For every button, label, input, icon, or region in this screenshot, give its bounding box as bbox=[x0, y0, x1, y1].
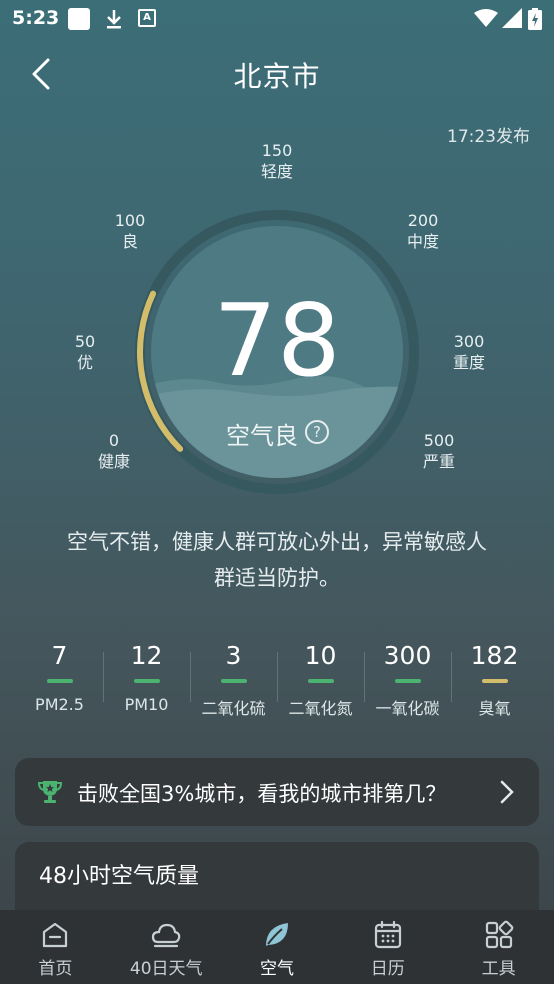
trophy-icon bbox=[37, 781, 63, 803]
pollutant-pm10[interactable]: 12 PM10 bbox=[103, 638, 190, 728]
pollutant-level-bar bbox=[220, 679, 247, 683]
bottom-nav: 首页 40日天气 空气 日历 工具 bbox=[0, 910, 554, 984]
scale-mark-150: 150 轻度 bbox=[260, 141, 293, 181]
aqi-value: 78 bbox=[213, 282, 341, 399]
pollutant-list: 7 PM2.5 12 PM10 3 二氧化硫 10 二氧化氮 300 一氧化碳 … bbox=[16, 638, 538, 728]
cloud-icon bbox=[152, 923, 181, 948]
signal-icon bbox=[502, 8, 522, 28]
nav-item-tools[interactable]: 工具 bbox=[443, 910, 554, 984]
scale-mark-200: 200 中度 bbox=[406, 211, 439, 251]
pollutant-value: 182 bbox=[470, 641, 519, 670]
calendar-icon bbox=[374, 920, 401, 949]
scale-mark-100: 100 良 bbox=[114, 211, 146, 251]
nav-label: 空气 bbox=[259, 959, 294, 979]
pollutant-name: PM2.5 bbox=[35, 695, 84, 714]
rank-text: 击败全国3%城市，看我的城市排第几？ bbox=[77, 782, 447, 806]
pollutant-value: 10 bbox=[304, 641, 337, 670]
pollutant-no2[interactable]: 10 二氧化氮 bbox=[277, 638, 364, 728]
pollutant-o3[interactable]: 182 臭氧 bbox=[451, 638, 538, 728]
pollutant-pm25[interactable]: 7 PM2.5 bbox=[16, 638, 103, 728]
pollutant-level-bar bbox=[46, 679, 73, 683]
nav-label: 日历 bbox=[370, 959, 405, 979]
pollutant-so2[interactable]: 3 二氧化硫 bbox=[190, 638, 277, 728]
nav-item-home[interactable]: 首页 bbox=[0, 910, 111, 984]
home-icon bbox=[43, 922, 68, 948]
nav-label: 40日天气 bbox=[129, 959, 203, 979]
pollutant-value: 3 bbox=[225, 641, 242, 670]
nav-label: 首页 bbox=[38, 959, 73, 979]
card-title: 48小时空气质量 bbox=[39, 864, 199, 889]
pollutant-level-bar bbox=[481, 679, 508, 683]
nav-item-calendar[interactable]: 日历 bbox=[332, 910, 443, 984]
app-notification-icon bbox=[68, 8, 90, 30]
tools-icon bbox=[485, 920, 513, 949]
health-advice: 空气不错，健康人群可放心外出，异常敏感人 群适当防护。 bbox=[40, 524, 514, 596]
aqi-level: 空气良 bbox=[226, 422, 298, 450]
battery-charging-icon bbox=[528, 8, 542, 30]
status-time: 5:23 bbox=[12, 7, 60, 29]
pollutant-name: 一氧化碳 bbox=[375, 699, 440, 718]
pollutant-level-bar bbox=[394, 679, 421, 683]
pollutant-name: PM10 bbox=[124, 695, 169, 714]
city-rank-banner[interactable]: 击败全国3%城市，看我的城市排第几？ bbox=[15, 758, 539, 826]
pollutant-value: 300 bbox=[383, 641, 432, 670]
nav-label: 工具 bbox=[481, 959, 516, 979]
download-icon bbox=[107, 10, 121, 29]
advice-line-1: 空气不错，健康人群可放心外出，异常敏感人 bbox=[67, 530, 487, 554]
nav-item-air[interactable]: 空气 bbox=[222, 910, 333, 984]
wifi-icon bbox=[474, 9, 498, 27]
nav-item-40day[interactable]: 40日天气 bbox=[111, 910, 222, 984]
help-icon[interactable]: ? bbox=[305, 420, 329, 444]
advice-line-2: 群适当防护。 bbox=[214, 566, 340, 590]
pollutant-name: 二氧化硫 bbox=[201, 699, 266, 718]
page-title: 北京市 bbox=[233, 60, 321, 93]
scale-mark-500: 500 严重 bbox=[422, 431, 455, 471]
chevron-right-icon bbox=[500, 780, 514, 804]
pollutant-value: 7 bbox=[51, 641, 68, 670]
pollutant-level-bar bbox=[307, 679, 334, 683]
pollutant-level-bar bbox=[133, 679, 160, 683]
scale-mark-0: 0 健康 bbox=[97, 431, 130, 471]
pollutant-co[interactable]: 300 一氧化碳 bbox=[364, 638, 451, 728]
leaf-icon bbox=[265, 923, 288, 946]
pollutant-value: 12 bbox=[130, 641, 163, 670]
pollutant-name: 二氧化氮 bbox=[288, 699, 353, 718]
font-notification-icon: A bbox=[138, 9, 156, 27]
status-bar: 5:23 A bbox=[0, 0, 554, 36]
pollutant-name: 臭氧 bbox=[478, 699, 511, 718]
